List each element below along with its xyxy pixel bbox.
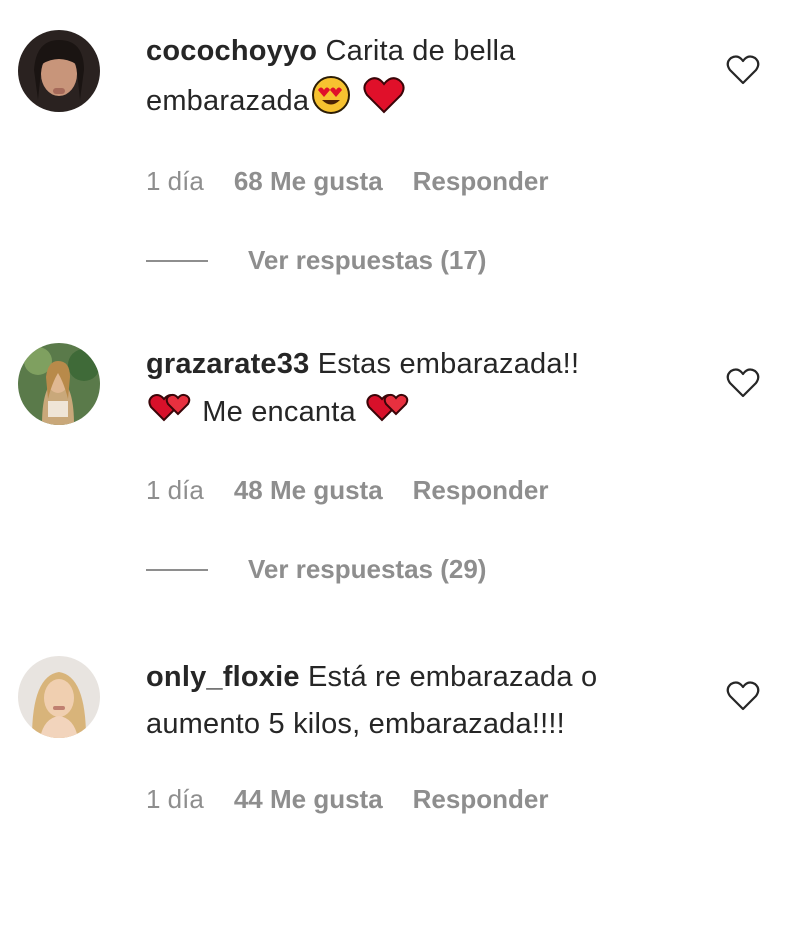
likes-count[interactable]: 44 Me gusta [234, 784, 383, 815]
comment: grazarate33 Estas embarazada!! Me encant… [0, 313, 800, 626]
comment-meta: 1 día 48 Me gusta Responder [146, 475, 706, 506]
comment-text-line1: Estas embarazada!! [317, 348, 580, 380]
comment: cocochoyyo Carita de bella embarazada 1 … [0, 0, 800, 313]
comment-body: only_floxie Está re embarazada o aumento… [146, 654, 706, 815]
red-heart-emoji [363, 76, 406, 129]
reply-button[interactable]: Responder [413, 784, 549, 815]
comment-meta: 1 día 44 Me gusta Responder [146, 784, 706, 815]
username[interactable]: grazarate33 [146, 348, 309, 380]
view-replies-button[interactable]: Ver respuestas (17) [146, 245, 706, 276]
heart-outline-icon[interactable] [726, 680, 760, 712]
heart-outline-icon[interactable] [726, 54, 760, 86]
avatar[interactable] [18, 343, 100, 425]
comment-text-line1: Carita de bella [325, 35, 516, 67]
heart-eyes-emoji [311, 75, 351, 130]
likes-count[interactable]: 48 Me gusta [234, 475, 383, 506]
view-replies-label: Ver respuestas (17) [248, 245, 487, 275]
username[interactable]: only_floxie [146, 661, 300, 693]
divider-line [146, 568, 208, 571]
avatar[interactable] [18, 30, 100, 112]
timestamp[interactable]: 1 día [146, 166, 204, 197]
comment-text-line2: Me encanta [202, 396, 356, 429]
divider-line [146, 259, 208, 262]
view-replies-button[interactable]: Ver respuestas (29) [146, 554, 706, 585]
comment-meta: 1 día 68 Me gusta Responder [146, 166, 706, 197]
reply-button[interactable]: Responder [413, 475, 549, 506]
view-replies-label: Ver respuestas (29) [248, 554, 487, 584]
comment-text: grazarate33 Estas embarazada!! Me encant… [146, 341, 706, 439]
comment: only_floxie Está re embarazada o aumento… [0, 626, 800, 939]
timestamp[interactable]: 1 día [146, 475, 204, 506]
timestamp[interactable]: 1 día [146, 784, 204, 815]
two-hearts-emoji [148, 388, 192, 439]
comment-text: only_floxie Está re embarazada o aumento… [146, 654, 706, 748]
reply-button[interactable]: Responder [413, 166, 549, 197]
comment-text-line1: Está re embarazada o [307, 661, 598, 693]
avatar[interactable] [18, 656, 100, 738]
likes-count[interactable]: 68 Me gusta [234, 166, 383, 197]
username[interactable]: cocochoyyo [146, 35, 317, 67]
comment-text-line2: aumento 5 kilos, embarazada!!!! [146, 708, 565, 740]
heart-outline-icon[interactable] [726, 367, 760, 399]
comment-body: cocochoyyo Carita de bella embarazada 1 … [146, 28, 706, 276]
comment-text: cocochoyyo Carita de bella embarazada [146, 28, 706, 130]
comment-body: grazarate33 Estas embarazada!! Me encant… [146, 341, 706, 585]
two-hearts-emoji [366, 388, 410, 439]
comment-text-line2: embarazada [146, 85, 310, 118]
